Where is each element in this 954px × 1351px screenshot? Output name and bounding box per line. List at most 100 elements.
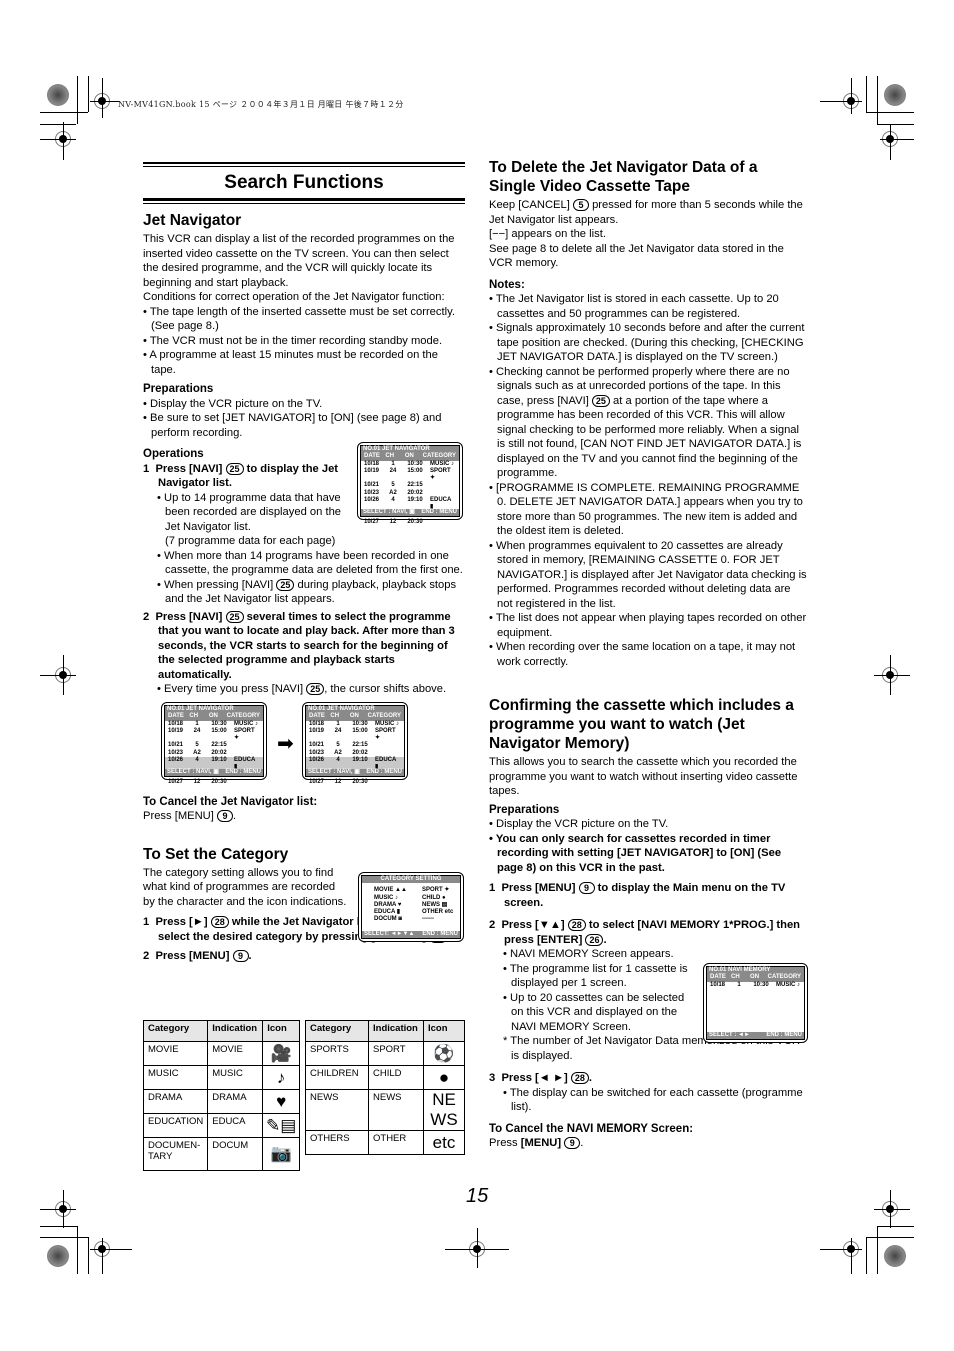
- memory-intro: This allows you to search the cassette w…: [489, 756, 798, 797]
- crop-line: [874, 1209, 910, 1210]
- table-header: Indication: [368, 1020, 424, 1042]
- osd-cell: 20:02: [407, 489, 423, 496]
- category-option: OTHER etc: [422, 909, 454, 916]
- delete-p1: Keep [CANCEL] 5 pressed for more than 5 …: [489, 199, 803, 226]
- jet-navigator-screen: NO.01 JET NAVIGATOR DATE CH ON CATEGORY 10/18…: [161, 702, 267, 785]
- osd-jet-list: NO.01 JET NAVIGATOR DATE CH ON CATEGORY 10/18…: [164, 705, 264, 785]
- step-bullet: • The programme list for 1 cassette is d…: [503, 962, 688, 990]
- print-file-header: NV-MV41GN.book 15 ページ ２００４年３月１日 月曜日 午後７時…: [118, 100, 404, 109]
- heart-icon: ♥: [262, 1089, 300, 1114]
- osd-title: NO.01 JET NAVIGATOR: [361, 446, 459, 454]
- preparation-item: • Be sure to set [JET NAVIGATOR] to [ON]…: [143, 412, 442, 439]
- osd-cell: 10/21: [309, 742, 325, 749]
- category-option: MOVIE ▲▲: [374, 887, 407, 894]
- key-badge: 5: [572, 199, 589, 211]
- note-item: • When programmes equivalent to 20 casse…: [489, 539, 807, 610]
- osd-row: 10/19 24 15:00 SPORT ✦: [165, 728, 263, 743]
- indication-cell: DRAMA: [207, 1089, 264, 1114]
- key-badge: 25: [225, 462, 244, 475]
- registration-disc-bottom-left: [47, 1245, 69, 1267]
- crop-line: [40, 1237, 88, 1238]
- table-row: MOVIE MOVIE 🎥: [142, 1041, 300, 1066]
- step-1: 1 Press [MENU] 9 to display the Main men…: [489, 882, 786, 909]
- step-bullet: • Up to 20 cassettes can be selected on …: [503, 991, 685, 1033]
- osd-column-header: ON: [750, 974, 760, 981]
- category-cell: EDUCATION: [142, 1113, 209, 1138]
- osd-cell: 10/27: [309, 778, 325, 785]
- crop-line: [866, 76, 867, 113]
- crop-line: [866, 1237, 867, 1274]
- key-badge: 25: [591, 394, 610, 407]
- crop-line: [102, 78, 103, 118]
- cancel-memory-heading: To Cancel the NAVI MEMORY Screen:: [489, 1122, 694, 1135]
- osd-cell: 10/23: [309, 749, 325, 756]
- osd-cell: 20:02: [352, 749, 368, 756]
- osd-footer: SELECT: ◄►▼▲ END : MENU: [362, 930, 460, 938]
- osd-column-header: CH: [330, 713, 340, 720]
- osd-row: 10/27 12 20:30: [361, 519, 459, 526]
- step-bullet: • NAVI MEMORY Screen appears.: [503, 948, 674, 960]
- navi-memory-screen: NO.01 NAVI MEMORY DATE CH ON CATEGORY 10/18 1 1…: [703, 963, 808, 1043]
- osd-cell: 10/18: [309, 720, 325, 727]
- osd-cell: 10/19: [168, 727, 184, 734]
- osd-cell: 10/19: [309, 727, 325, 734]
- category-cell: DRAMA: [142, 1089, 209, 1114]
- osd-cell: 10/27: [364, 518, 380, 525]
- crop-line: [820, 1249, 862, 1250]
- osd-cell: 10:30: [211, 720, 227, 727]
- table-header: Icon: [262, 1020, 300, 1042]
- osd-jet-list: NO.01 JET NAVIGATOR DATE CH ON CATEGORY 10/18…: [305, 705, 405, 785]
- category-option: EDUCA ▮: [374, 909, 401, 916]
- osd-select-hint: SELECT : ◄►: [709, 1031, 750, 1038]
- key-badge: 9: [564, 1137, 581, 1149]
- osd-cell: [375, 779, 401, 786]
- music-note-icon: ♪: [262, 1065, 300, 1090]
- osd-cell: [430, 519, 456, 526]
- osd-cell: 12: [193, 778, 201, 785]
- key-badge: 28: [570, 1072, 589, 1084]
- osd-cell: 20:02: [211, 749, 227, 756]
- osd-row: 10/23 A2 20:02: [306, 750, 404, 757]
- table-row: EDUCATION EDUCA ✎▤: [142, 1113, 300, 1138]
- osd-column-header: CH: [731, 974, 740, 981]
- category-cell: NEWS: [305, 1089, 369, 1131]
- table-row: MUSIC MUSIC ♪: [142, 1065, 300, 1090]
- table-row: NEWS NEWS NE WS: [305, 1089, 465, 1131]
- osd-column-header: DATE: [168, 713, 184, 720]
- osd-cell: 10:30: [352, 720, 368, 727]
- category-option: CHILD ●: [422, 894, 446, 901]
- table-row: DRAMA DRAMA ♥: [142, 1089, 300, 1114]
- step-2: 2 Press [MENU] 9.: [143, 950, 252, 962]
- crop-line: [820, 101, 862, 102]
- key-badge: 25: [306, 683, 325, 695]
- step-bullet: • Every time you press [NAVI] 25, the cu…: [157, 683, 447, 695]
- note-item: • The list does not appear when playing …: [489, 612, 807, 639]
- indication-cell: CHILD: [368, 1065, 424, 1090]
- page-number: 15: [466, 1185, 489, 1207]
- crop-line: [874, 675, 910, 676]
- category-cell: DOCUMEN-TARY: [142, 1137, 209, 1171]
- note-item: • [PROGRAMME IS COMPLETE. REMAINING PROG…: [489, 481, 803, 538]
- osd-cell: SPORT ✦: [430, 467, 451, 482]
- category-table-left: Category Indication Icon MOVIE MOVIE 🎥 MUSI…: [142, 1020, 300, 1171]
- osd-cell: 12: [389, 518, 397, 525]
- step-bullet: • When more than 14 programs have been r…: [157, 549, 463, 577]
- preparation-item: • You can only search for cassettes reco…: [489, 832, 782, 874]
- step-bullet: • The display can be switched for each c…: [503, 1086, 803, 1114]
- osd-row: 10/21 5 22:15: [306, 742, 404, 749]
- crop-line: [63, 122, 64, 160]
- osd-cell: 5: [195, 742, 199, 749]
- osd-cell: SPORT ✦: [375, 727, 396, 742]
- osd-cell: 10:30: [753, 981, 769, 988]
- step-bullet: • When pressing [NAVI] 25 during playbac…: [157, 578, 457, 605]
- key-badge: 9: [216, 810, 233, 822]
- key-badge: 28: [210, 916, 229, 928]
- step-3: 3 Press [◄ ►] 28.: [489, 1072, 592, 1084]
- osd-row: 10/23 A2 20:02: [361, 490, 459, 497]
- osd-row: 10/23 A2 20:02: [165, 750, 263, 757]
- osd-cell: 24: [193, 727, 201, 734]
- osd-cell: 10/19: [364, 467, 380, 474]
- osd-cell: 10/27: [168, 778, 184, 785]
- osd-cell: 1: [737, 981, 741, 988]
- category-cell: MUSIC: [142, 1065, 209, 1090]
